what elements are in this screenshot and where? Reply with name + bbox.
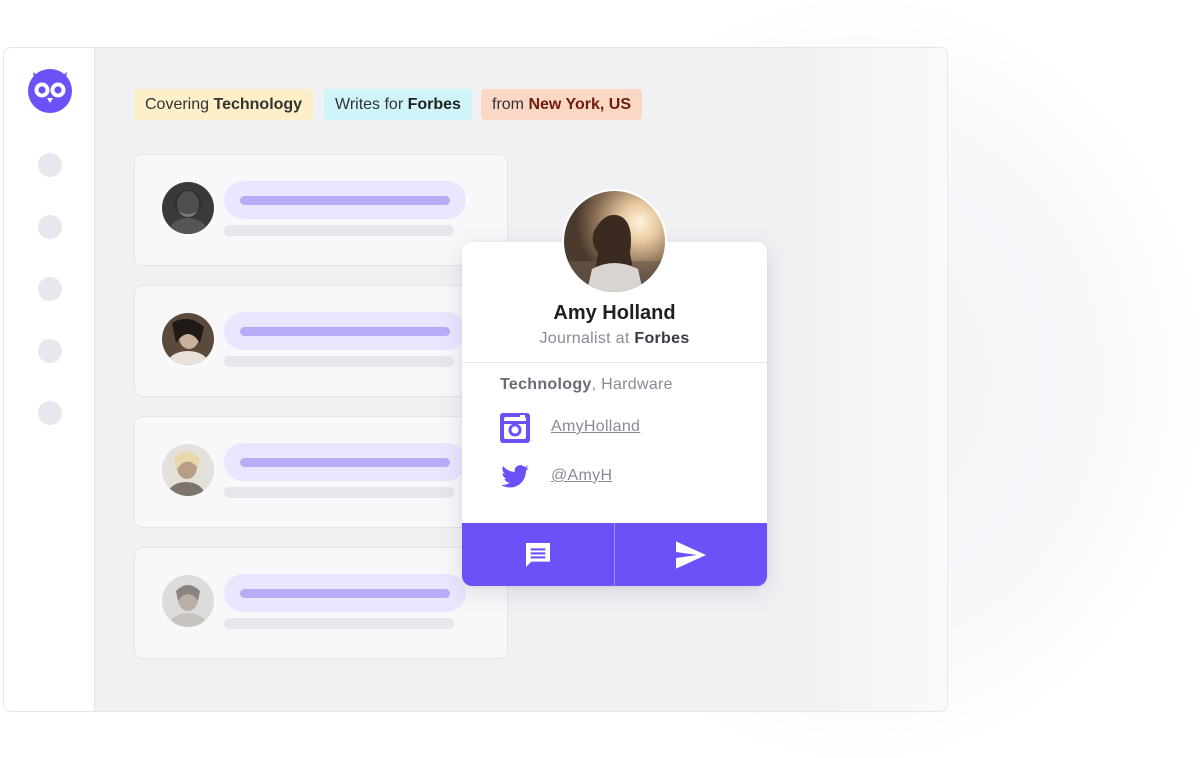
filter-chip-location[interactable]: from New York, US: [481, 89, 643, 120]
name-placeholder: [224, 181, 466, 219]
journalist-row[interactable]: [134, 154, 508, 266]
journalist-row[interactable]: [134, 547, 508, 659]
filter-chip-value: New York, US: [528, 96, 632, 113]
filter-chip-topic[interactable]: Covering Technology: [134, 89, 314, 120]
instagram-icon: [500, 413, 530, 443]
filter-chip-value: Forbes: [407, 96, 461, 113]
message-button[interactable]: [462, 523, 614, 586]
profile-divider: [462, 362, 767, 363]
profile-action-bar: [462, 523, 767, 586]
send-button[interactable]: [614, 523, 767, 586]
profile-instagram-link[interactable]: AmyHolland: [551, 418, 640, 436]
sidebar-nav-item-3[interactable]: [38, 277, 62, 301]
journalist-avatar: [162, 313, 214, 365]
journalist-avatar: [162, 444, 214, 496]
profile-photo: [562, 189, 667, 294]
filter-chip-value: Technology: [213, 96, 303, 113]
name-placeholder: [224, 443, 466, 481]
journalist-avatar: [162, 182, 214, 234]
filter-chip-publication[interactable]: Writes for Forbes: [324, 89, 472, 120]
detail-placeholder: [224, 225, 454, 236]
owl-logo-icon[interactable]: [25, 64, 75, 114]
sidebar-nav-item-4[interactable]: [38, 339, 62, 363]
profile-primary-topic: Technology: [500, 376, 592, 393]
profile-role: Journalist at Forbes: [462, 330, 767, 348]
profile-twitter-link[interactable]: @AmyH: [551, 467, 612, 485]
profile-topics: Technology, Hardware: [500, 376, 673, 394]
message-icon: [526, 542, 550, 567]
profile-other-topics: , Hardware: [591, 376, 673, 393]
journalist-avatar: [162, 575, 214, 627]
detail-placeholder: [224, 487, 454, 498]
filter-chip-prefix: Writes for: [335, 96, 404, 113]
sidebar: [4, 48, 95, 711]
filter-chip-prefix: from: [492, 96, 524, 113]
name-placeholder: [224, 574, 466, 612]
journalist-row[interactable]: [134, 285, 508, 397]
sidebar-nav-item-5[interactable]: [38, 401, 62, 425]
journalist-row[interactable]: [134, 416, 508, 528]
detail-placeholder: [224, 618, 454, 629]
profile-role-prefix: Journalist at: [539, 330, 630, 347]
send-icon: [676, 540, 706, 569]
twitter-icon: [501, 465, 529, 488]
app-window-fade: [807, 48, 947, 711]
name-placeholder: [224, 312, 466, 350]
filter-chip-prefix: Covering: [145, 96, 210, 113]
profile-name: Amy Holland: [553, 302, 676, 324]
detail-placeholder: [224, 356, 454, 367]
sidebar-nav-item-2[interactable]: [38, 215, 62, 239]
sidebar-nav-item-1[interactable]: [38, 153, 62, 177]
profile-outlet: Forbes: [634, 330, 690, 347]
page: Covering Technology Writes for Forbes fr…: [0, 0, 1200, 758]
